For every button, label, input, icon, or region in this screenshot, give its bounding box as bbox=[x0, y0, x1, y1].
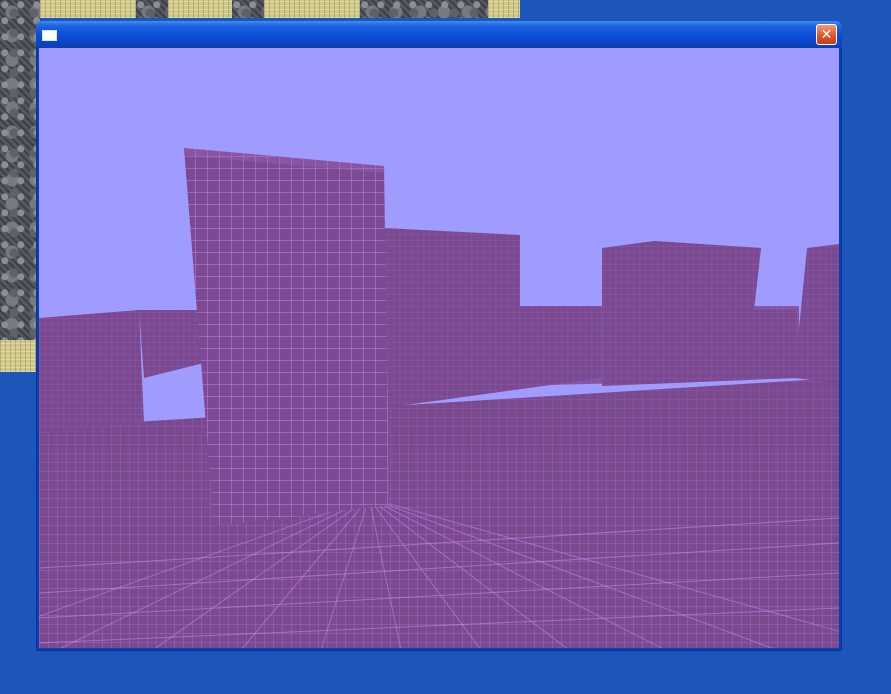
stone-tile bbox=[232, 0, 264, 18]
wall-left-far bbox=[39, 310, 144, 433]
stone-tile bbox=[136, 0, 168, 18]
sand-tile bbox=[168, 0, 232, 18]
close-button[interactable]: ✕ bbox=[816, 24, 837, 45]
stone-tile bbox=[360, 0, 488, 18]
sand-tile bbox=[488, 0, 520, 18]
title-bar[interactable]: ✕ bbox=[36, 21, 842, 48]
wall-foreground bbox=[184, 148, 389, 526]
stone-tile bbox=[0, 0, 40, 340]
sand-tile bbox=[264, 0, 360, 18]
close-icon: ✕ bbox=[820, 26, 833, 43]
sand-tile bbox=[40, 0, 136, 18]
app-window: ✕ bbox=[36, 21, 842, 651]
3d-viewport[interactable] bbox=[39, 48, 839, 648]
scene-render bbox=[39, 48, 839, 648]
sand-tile bbox=[0, 340, 36, 372]
app-icon[interactable] bbox=[42, 30, 57, 41]
